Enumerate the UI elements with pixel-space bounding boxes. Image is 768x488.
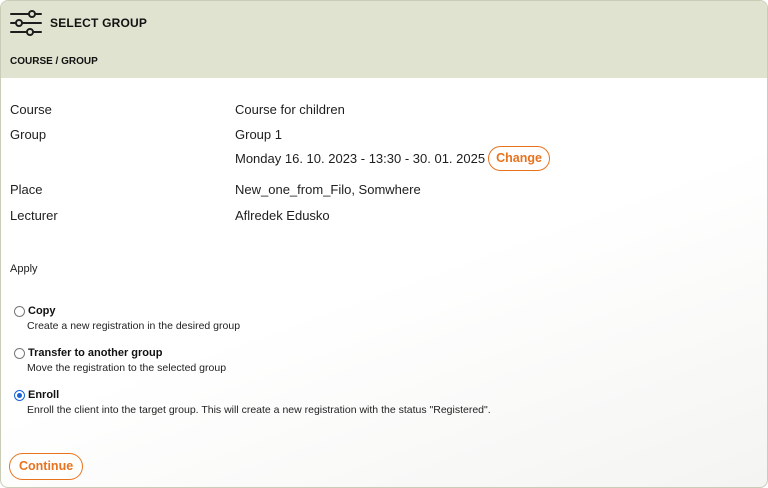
option-transfer[interactable]: Transfer to another group Move the regis… xyxy=(14,347,226,374)
copy-title[interactable]: Copy xyxy=(28,305,56,317)
transfer-description: Move the registration to the selected gr… xyxy=(27,362,227,374)
enroll-radio[interactable] xyxy=(14,389,25,401)
apply-label: Apply xyxy=(10,263,38,275)
panel-header: SELECT GROUP COURSE / GROUP xyxy=(1,1,767,78)
place-value: New_one_from_Filo, Somwhere xyxy=(235,182,421,197)
section-subtitle: COURSE / GROUP xyxy=(10,56,98,67)
option-enroll-head[interactable]: Enroll xyxy=(14,389,491,401)
schedule-value: Monday 16. 10. 2023 - 13:30 - 30. 01. 20… xyxy=(235,150,486,166)
group-label: Group xyxy=(10,127,47,142)
copy-description: Create a new registration in the desired… xyxy=(27,320,241,332)
option-copy[interactable]: Copy Create a new registration in the de… xyxy=(14,305,240,332)
transfer-title[interactable]: Transfer to another group xyxy=(28,347,162,359)
enroll-description: Enroll the client into the target group.… xyxy=(27,404,491,416)
lecturer-value: Aflredek Edusko xyxy=(235,208,330,223)
place-label: Place xyxy=(10,182,43,197)
option-copy-head[interactable]: Copy xyxy=(14,305,240,317)
course-label: Course xyxy=(10,102,52,117)
schedule-container: Monday 16. 10. 2023 - 13:30 - 30. 01. 20… xyxy=(235,146,550,171)
copy-radio[interactable] xyxy=(14,305,25,317)
enroll-title[interactable]: Enroll xyxy=(28,389,59,401)
change-button[interactable]: Change xyxy=(488,146,550,171)
transfer-radio[interactable] xyxy=(14,347,25,359)
filter-sliders-icon xyxy=(10,10,42,36)
group-value: Group 1 xyxy=(235,127,282,142)
continue-button[interactable]: Continue xyxy=(9,453,84,480)
option-transfer-head[interactable]: Transfer to another group xyxy=(14,347,226,359)
page-title: SELECT GROUP xyxy=(50,16,148,30)
option-enroll[interactable]: Enroll Enroll the client into the target… xyxy=(14,389,491,416)
select-group-panel: SELECT GROUP COURSE / GROUP Course Cours… xyxy=(0,0,768,488)
course-value: Course for children xyxy=(235,102,345,117)
title-row: SELECT GROUP xyxy=(10,10,147,36)
lecturer-label: Lecturer xyxy=(10,208,58,223)
